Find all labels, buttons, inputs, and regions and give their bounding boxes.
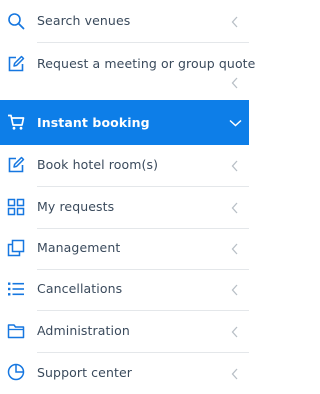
chevron-left-icon[interactable] — [231, 368, 239, 380]
menu-item-label: Administration — [37, 323, 130, 338]
grid-icon — [7, 198, 25, 216]
chevron-left-icon[interactable] — [231, 202, 239, 214]
folder-icon — [7, 324, 25, 339]
chevron-left-icon[interactable] — [231, 160, 239, 172]
menu-item-label: Instant booking — [37, 115, 150, 130]
menu-item-label: My requests — [37, 199, 115, 214]
pie-chart-icon — [7, 363, 25, 381]
chevron-left-icon[interactable] — [231, 16, 239, 28]
cart-icon — [8, 114, 25, 130]
menu-item-label: Support center — [37, 365, 133, 380]
edit-icon — [8, 156, 25, 173]
menu-item-label: Management — [37, 240, 121, 255]
menu-item-request-meeting[interactable]: Request a meeting or group quote — [0, 43, 255, 100]
menu-item-management[interactable]: Management — [0, 229, 249, 269]
list-icon — [8, 282, 24, 296]
menu-item-label: Search venues — [37, 13, 131, 28]
menu-item-search-venues[interactable]: Search venues — [0, 0, 249, 42]
menu-item-support-center[interactable]: Support center — [0, 353, 249, 394]
chevron-left-icon[interactable] — [231, 243, 239, 255]
search-icon — [8, 13, 25, 30]
menu-item-instant-booking[interactable]: Instant booking — [0, 100, 249, 145]
menu-item-cancellations[interactable]: Cancellations — [0, 270, 249, 310]
menu-item-my-requests[interactable]: My requests — [0, 187, 249, 228]
chevron-down-icon[interactable] — [229, 119, 242, 127]
menu-item-book-hotel[interactable]: Book hotel room(s) — [0, 145, 249, 186]
copy-icon — [7, 239, 25, 257]
navigation-menu: Search venues Request a meeting or group… — [0, 0, 255, 394]
menu-item-label: Request a meeting or group quote — [37, 56, 256, 71]
chevron-left-icon[interactable] — [231, 284, 239, 296]
menu-item-label: Book hotel room(s) — [37, 157, 159, 172]
edit-icon — [8, 55, 25, 72]
menu-item-label: Cancellations — [37, 281, 123, 296]
menu-item-administration[interactable]: Administration — [0, 311, 249, 352]
chevron-left-icon[interactable] — [231, 77, 239, 89]
chevron-left-icon[interactable] — [231, 326, 239, 338]
